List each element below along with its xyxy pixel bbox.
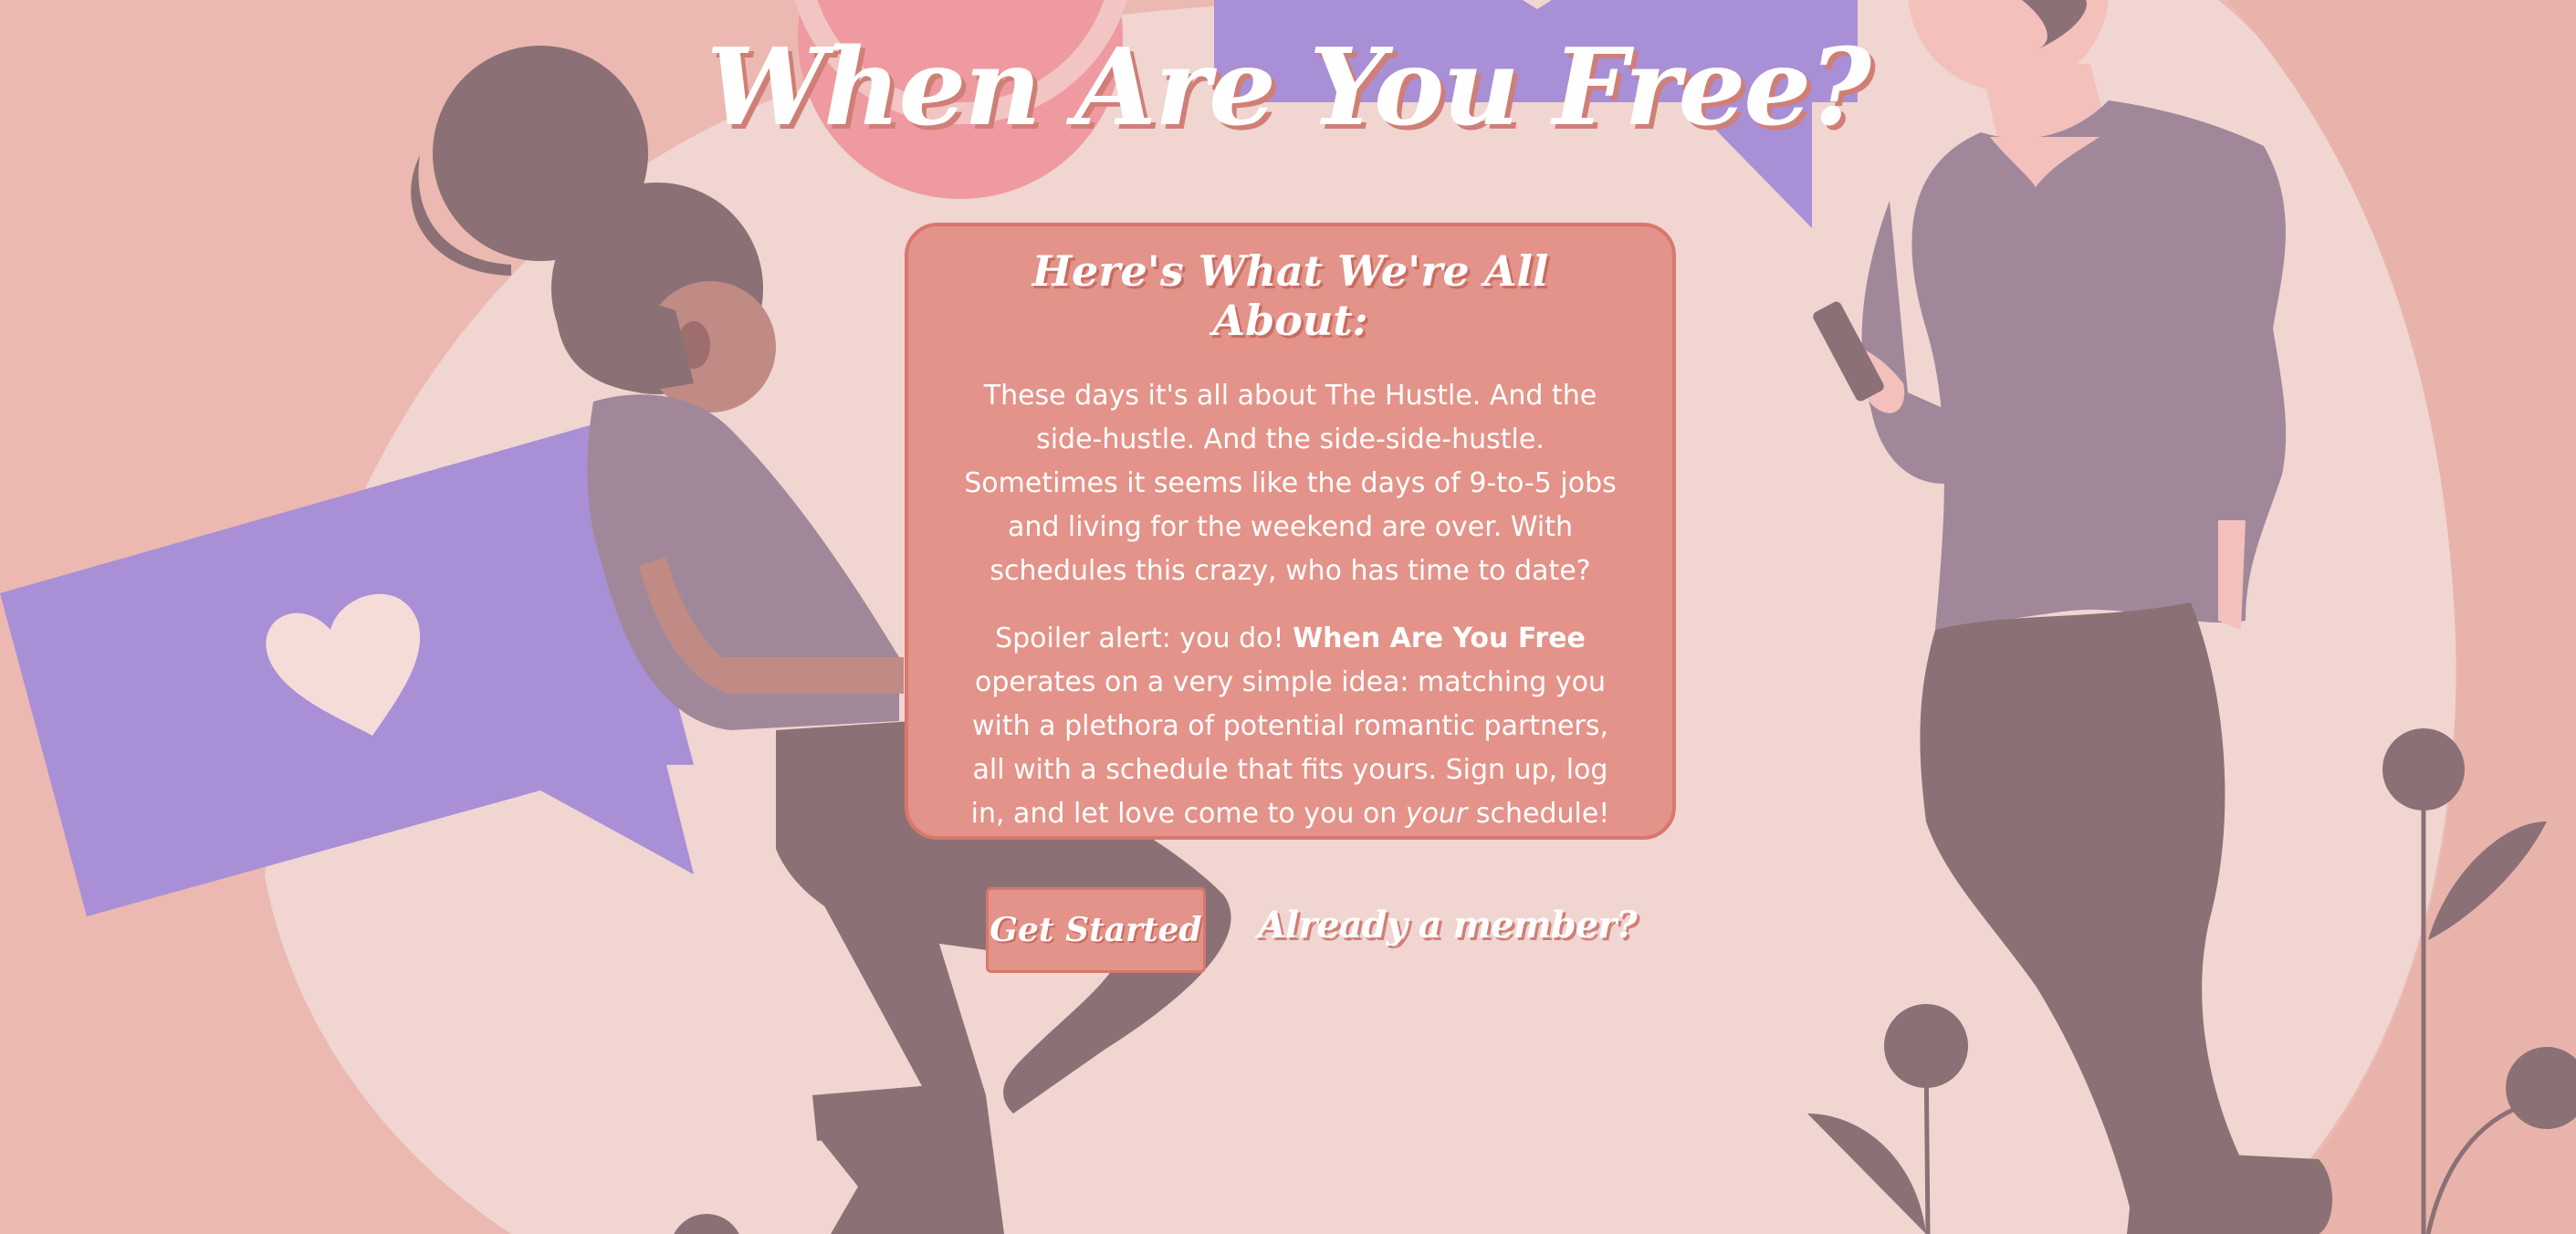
about-card: Here's What We're All About: These days … xyxy=(905,223,1676,840)
page-title: When Are You Free? xyxy=(706,26,1871,150)
brand-name: When Are You Free xyxy=(1293,622,1586,654)
about-heading: Here's What We're All About: xyxy=(1031,246,1549,345)
about-paragraph-2: Spoiler alert: you do! When Are You Free… xyxy=(959,617,1621,836)
your-emphasis: your xyxy=(1405,798,1468,830)
man-shoe xyxy=(2127,1150,2332,1234)
paragraph-2-end: schedule! xyxy=(1467,798,1610,830)
about-paragraph-1: These days it's all about The Hustle. An… xyxy=(964,380,1617,587)
woman-shoe xyxy=(812,1086,931,1141)
get-started-button[interactable]: Get Started xyxy=(986,887,1206,973)
already-member-link[interactable]: Already a member? xyxy=(1258,904,1638,958)
paragraph-2-intro: Spoiler alert: you do! xyxy=(995,622,1293,654)
man-hand-right xyxy=(2218,520,2246,630)
